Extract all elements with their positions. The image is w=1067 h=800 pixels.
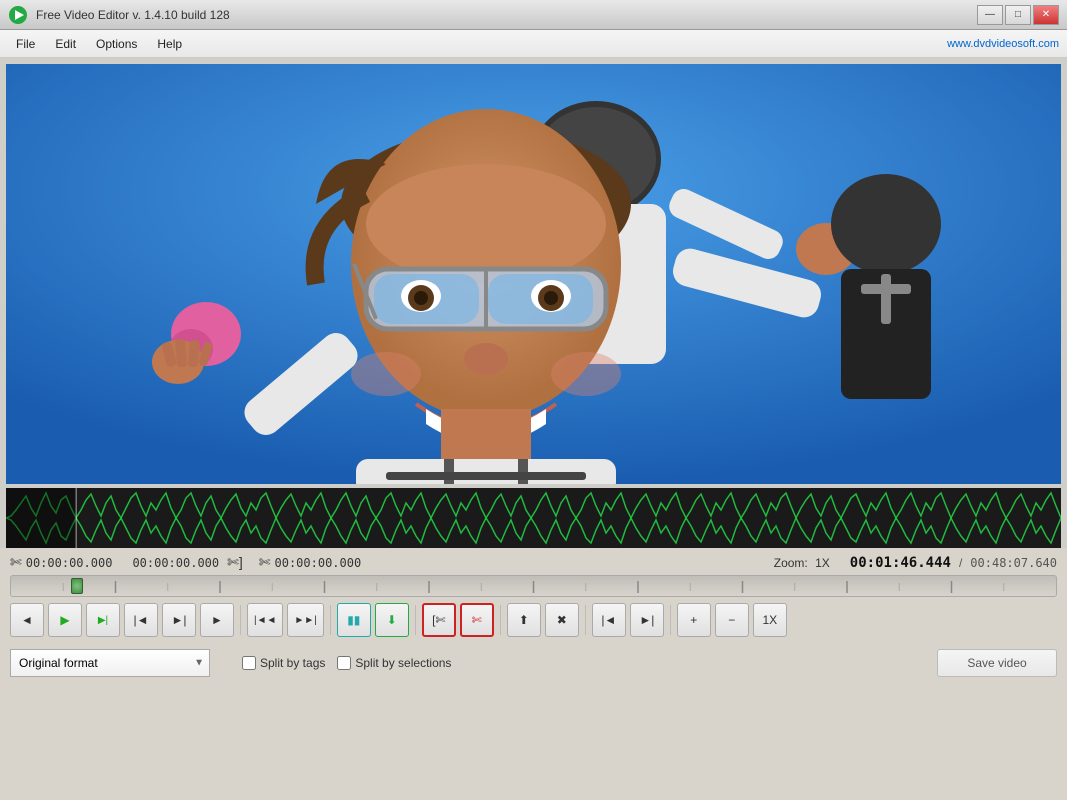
format-select[interactable]: Original format MP4 AVI MKV MOV WMV — [10, 649, 210, 677]
maximize-button[interactable]: □ — [1005, 5, 1031, 25]
scissors-button[interactable]: ✄ — [460, 603, 494, 637]
menu-file[interactable]: File — [8, 34, 43, 54]
cut-start-icon: ✄ — [10, 554, 22, 571]
scrubber-ticks — [11, 576, 1056, 596]
app-icon — [8, 5, 28, 25]
go-start-button[interactable]: |◄◄ — [247, 603, 283, 637]
zoom-label: Zoom: 1X — [774, 556, 830, 570]
window-controls: — □ ✕ — [977, 5, 1059, 25]
zoom-in-button[interactable]: + — [677, 603, 711, 637]
timecode-current-section: Zoom: 1X 00:01:46.444 / 00:48:07.640 — [774, 555, 1057, 571]
menu-bar: File Edit Options Help www.dvdvideosoft.… — [0, 30, 1067, 58]
menu-help[interactable]: Help — [149, 34, 190, 54]
export-button[interactable]: ⬆ — [507, 603, 541, 637]
waveform-area[interactable] — [6, 488, 1061, 548]
timecode-cut: 00:00:00.000 — [275, 556, 362, 570]
menu-edit[interactable]: Edit — [47, 34, 84, 54]
time-separator: / — [959, 556, 962, 570]
close-button[interactable]: ✕ — [1033, 5, 1059, 25]
split-by-selections-group: Split by selections — [337, 656, 451, 670]
video-area — [6, 64, 1061, 484]
bottom-bar: Original format MP4 AVI MKV MOV WMV ▼ Sp… — [10, 645, 1057, 681]
download-button[interactable]: ⬇ — [375, 603, 409, 637]
split-by-tags-checkbox[interactable] — [242, 656, 256, 670]
play-slow-button[interactable]: ▶| — [86, 603, 120, 637]
prev-cut-button[interactable]: |◄ — [592, 603, 626, 637]
scrubber-track[interactable] — [10, 575, 1057, 597]
split-by-selections-label[interactable]: Split by selections — [355, 656, 451, 670]
timecode-in-section: ✄ 00:00:00.000 00:00:00.000 ✄] — [10, 554, 243, 571]
scissors-icon-tc: ✄ — [259, 554, 271, 571]
menu-options[interactable]: Options — [88, 34, 145, 54]
rewind-button[interactable]: ◄ — [10, 603, 44, 637]
go-end-button[interactable]: ►►| — [287, 603, 323, 637]
split-by-tags-label[interactable]: Split by tags — [260, 656, 325, 670]
delete-selection-button[interactable]: ✖ — [545, 603, 579, 637]
btn-separator-4 — [500, 605, 501, 635]
pause-button[interactable]: ▮▮ — [337, 603, 371, 637]
next-cut-button[interactable]: ►| — [630, 603, 664, 637]
zoom-text: Zoom: — [774, 556, 808, 570]
play-button[interactable]: ▶ — [48, 603, 82, 637]
btn-separator-5 — [585, 605, 586, 635]
mark-in-button[interactable]: [✄ — [422, 603, 456, 637]
scrubber-row[interactable] — [10, 575, 1057, 597]
cut-end-icon: ✄] — [227, 554, 243, 571]
btn-separator-1 — [240, 605, 241, 635]
current-time: 00:01:46.444 — [850, 555, 951, 571]
split-by-tags-group: Split by tags — [242, 656, 325, 670]
controls-area: ✄ 00:00:00.000 00:00:00.000 ✄] ✄ 00:00:0… — [0, 548, 1067, 800]
title-bar: Free Video Editor v. 1.4.10 build 128 — … — [0, 0, 1067, 30]
waveform-svg — [6, 488, 1061, 548]
timecode-row: ✄ 00:00:00.000 00:00:00.000 ✄] ✄ 00:00:0… — [10, 554, 1057, 571]
next-frame-button[interactable]: ►| — [162, 603, 196, 637]
window-title: Free Video Editor v. 1.4.10 build 128 — [36, 8, 230, 22]
total-time: 00:48:07.640 — [970, 556, 1057, 570]
zoom-value: 1X — [815, 556, 830, 570]
save-video-button[interactable]: Save video — [937, 649, 1057, 677]
button-row-main: ◄ ▶ ▶| |◄ ►| ► |◄◄ ►►| ▮▮ ⬇ [✄ ✄ — [10, 603, 1057, 637]
timecode-cut-section: ✄ 00:00:00.000 — [259, 554, 361, 571]
video-content-svg — [6, 64, 1061, 484]
website-link[interactable]: www.dvdvideosoft.com — [947, 38, 1059, 50]
zoom-out-button[interactable]: − — [715, 603, 749, 637]
split-by-selections-checkbox[interactable] — [337, 656, 351, 670]
prev-frame-button[interactable]: |◄ — [124, 603, 158, 637]
btn-separator-2 — [330, 605, 331, 635]
video-frame — [6, 64, 1061, 484]
minimize-button[interactable]: — — [977, 5, 1003, 25]
main-window: ✄ 00:00:00.000 00:00:00.000 ✄] ✄ 00:00:0… — [0, 58, 1067, 800]
scrubber-handle[interactable] — [71, 578, 83, 594]
timecode-mid: 00:00:00.000 — [132, 556, 219, 570]
btn-separator-3 — [415, 605, 416, 635]
btn-separator-6 — [670, 605, 671, 635]
format-select-wrapper[interactable]: Original format MP4 AVI MKV MOV WMV ▼ — [10, 649, 210, 677]
zoom-1x-button[interactable]: 1X — [753, 603, 787, 637]
timecode-in: 00:00:00.000 — [26, 556, 113, 570]
forward-button[interactable]: ► — [200, 603, 234, 637]
